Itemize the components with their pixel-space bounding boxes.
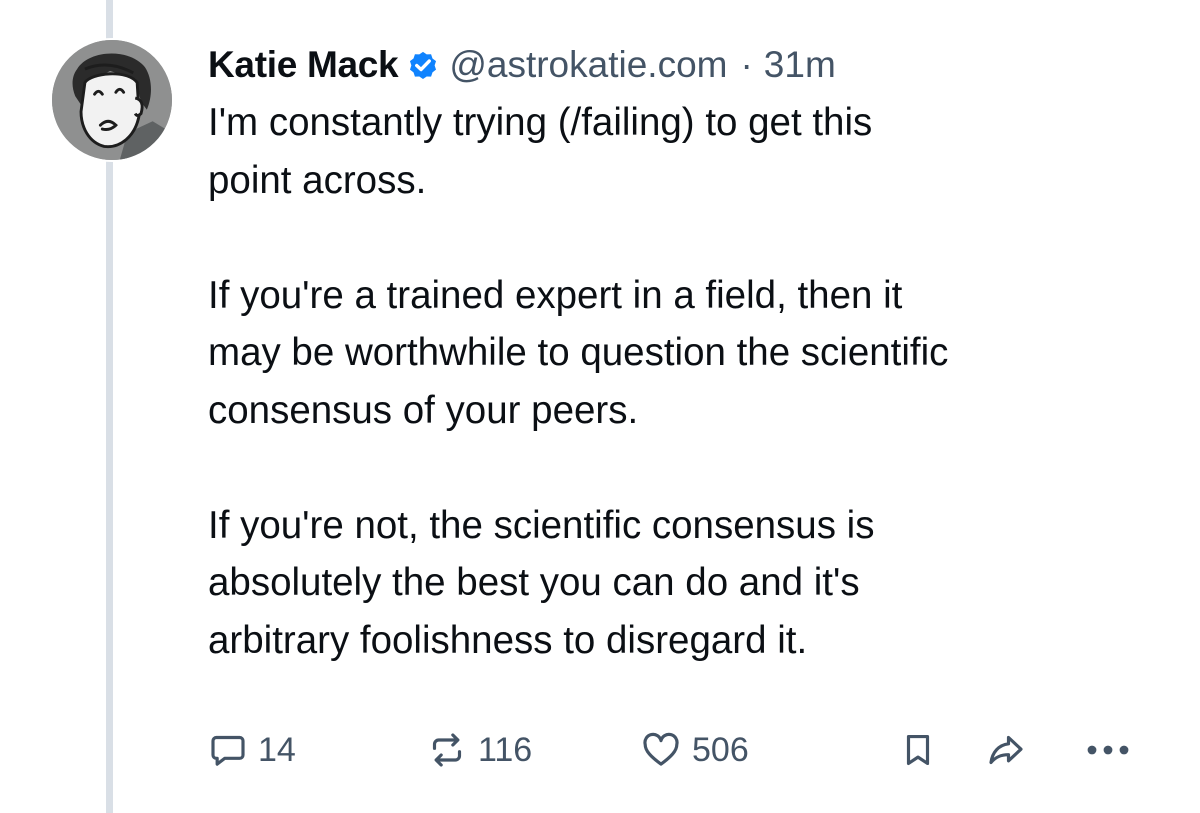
separator-dot: · [740, 44, 753, 85]
reply-button[interactable]: 14 [208, 720, 296, 780]
heart-icon [643, 732, 679, 766]
post-content: Katie Mack @astrokatie.com · 31m I'm con… [208, 38, 1168, 769]
reply-bubble-icon [211, 735, 245, 766]
bookmark-button[interactable] [899, 720, 937, 780]
post-text: I'm constantly trying (/failing) to get … [208, 94, 1168, 669]
avatar-portrait-icon [52, 40, 172, 160]
post-paragraph: If you're a trained expert in a field, t… [208, 267, 1168, 440]
more-options-button[interactable] [1084, 720, 1132, 780]
like-count: 506 [692, 731, 749, 769]
author-handle[interactable]: @astrokatie.com [449, 38, 727, 92]
avatar[interactable] [50, 38, 174, 162]
text-line: arbitrary foolishness to disregard it. [208, 618, 808, 662]
text-line: point across. [208, 158, 427, 202]
reply-count: 14 [258, 731, 296, 769]
more-dots-icon [1087, 745, 1129, 755]
text-line: If you're a trained expert in a field, t… [208, 273, 903, 317]
share-button[interactable] [984, 720, 1028, 780]
verified-badge-icon[interactable] [406, 48, 440, 82]
share-arrow-icon [989, 735, 1023, 765]
like-button[interactable]: 506 [640, 720, 749, 780]
post-paragraph: If you're not, the scientific consensus … [208, 497, 1168, 670]
repost-icon [432, 733, 462, 767]
text-line: I'm constantly trying (/failing) to get … [208, 101, 873, 144]
post-timestamp[interactable]: 31m [764, 38, 836, 92]
author-display-name[interactable]: Katie Mack [208, 38, 399, 92]
text-line: absolutely the best you can do and it's [208, 561, 860, 604]
bookmark-icon [906, 734, 930, 766]
post-view: Katie Mack @astrokatie.com · 31m I'm con… [0, 0, 1200, 813]
post-actions: 14 116 506 [208, 720, 1168, 780]
post-header: Katie Mack @astrokatie.com · 31m [208, 38, 1168, 92]
repost-button[interactable]: 116 [426, 720, 532, 780]
text-line: may be worthwhile to question the scient… [208, 331, 949, 374]
text-line: If you're not, the scientific consensus … [208, 503, 875, 547]
repost-count: 116 [478, 731, 533, 769]
post-paragraph: I'm constantly trying (/failing) to get … [208, 94, 1168, 209]
text-line: consensus of your peers. [208, 388, 639, 432]
